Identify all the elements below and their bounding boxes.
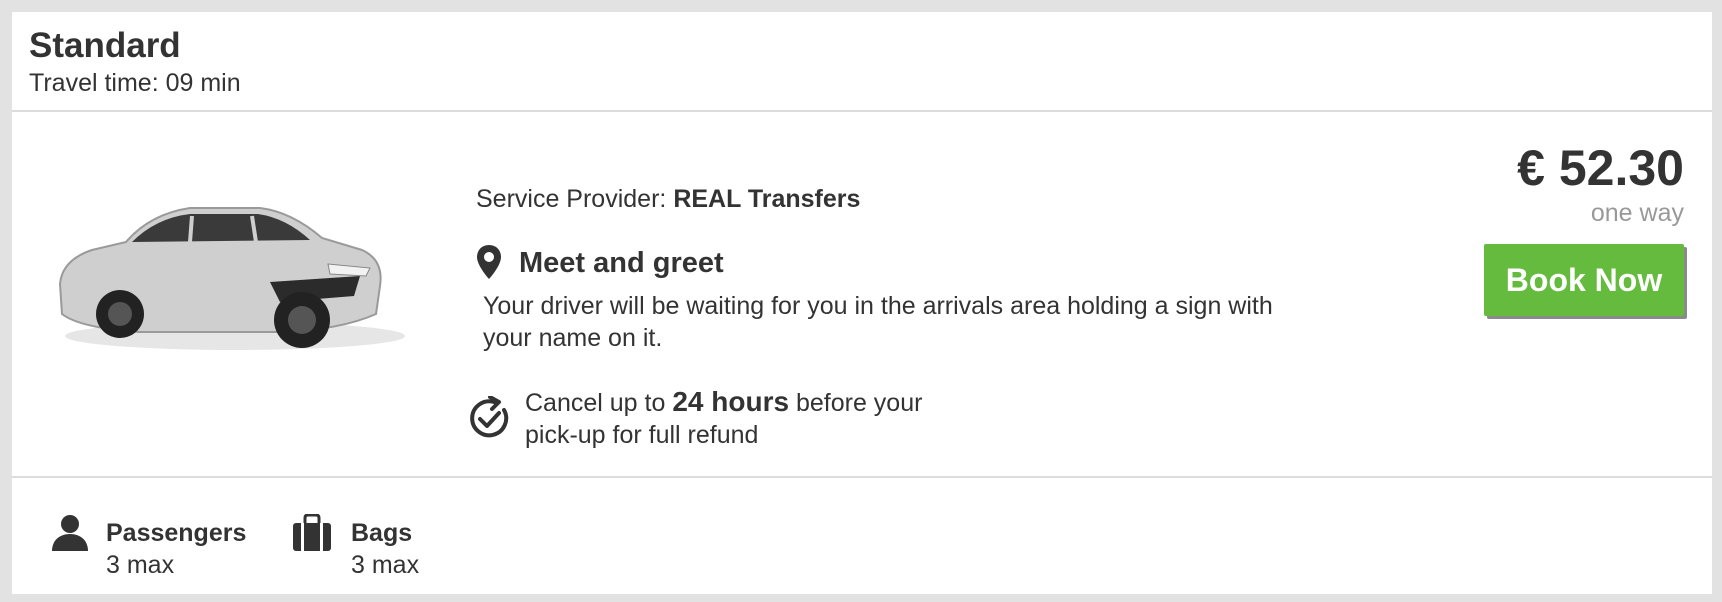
cancellation-text: Cancel up to 24 hours before your pick-u… xyxy=(525,386,945,451)
card-header: Standard Travel time: 09 min xyxy=(12,12,1712,112)
card-footer: Passengers 3 max Bags 3 max xyxy=(12,478,1712,594)
person-icon xyxy=(52,515,88,551)
location-pin-icon xyxy=(477,245,501,279)
price-amount: € 52.30 xyxy=(1517,140,1684,196)
bags-label: Bags xyxy=(351,519,413,547)
bags-value: 3 max xyxy=(351,551,420,579)
vehicle-class-title: Standard xyxy=(29,26,181,65)
service-provider: Service Provider: REAL Transfers xyxy=(476,184,860,214)
price-period: one way xyxy=(1590,199,1684,227)
meet-and-greet-description: Your driver will be waiting for you in t… xyxy=(483,292,1273,352)
service-provider-label: Service Provider: xyxy=(476,185,667,213)
card-body: Service Provider: REAL Transfers Meet an… xyxy=(12,112,1712,478)
passengers-label: Passengers xyxy=(106,519,247,547)
refresh-check-icon xyxy=(470,396,509,438)
travel-time: Travel time: 09 min xyxy=(29,69,241,97)
meet-and-greet-title: Meet and greet xyxy=(519,247,724,279)
cancellation-hours: 24 hours xyxy=(672,386,790,417)
sedan-car-image xyxy=(58,207,405,350)
transfer-card: Standard Travel time: 09 min Service Pro… xyxy=(12,12,1712,594)
cancellation-text-start: Cancel up to xyxy=(525,389,673,417)
briefcase-icon xyxy=(293,514,331,551)
service-provider-name: REAL Transfers xyxy=(673,185,861,213)
passengers-value: 3 max xyxy=(106,551,175,579)
book-now-button[interactable]: Book Now xyxy=(1484,244,1684,316)
